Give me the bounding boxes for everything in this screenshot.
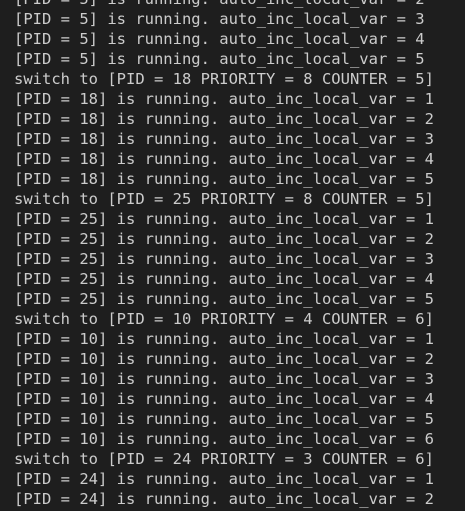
terminal-line: [PID = 10] is running. auto_inc_local_va… — [14, 370, 434, 388]
terminal-line: switch to [PID = 25 PRIORITY = 8 COUNTER… — [14, 190, 434, 208]
terminal-line: [PID = 25] is running. auto_inc_local_va… — [14, 290, 434, 308]
terminal-line: [PID = 5] is running. auto_inc_local_var… — [14, 0, 434, 9]
terminal-line: [PID = 10] is running. auto_inc_local_va… — [14, 390, 434, 408]
terminal-line: [PID = 18] is running. auto_inc_local_va… — [14, 110, 434, 128]
terminal-line: [PID = 10] is running. auto_inc_local_va… — [14, 330, 434, 348]
terminal-line: [PID = 24] is running. auto_inc_local_va… — [14, 470, 434, 488]
terminal-lines: [PID = 5] is running. auto_inc_local_var… — [14, 0, 434, 509]
terminal-line: switch to [PID = 24 PRIORITY = 3 COUNTER… — [14, 450, 434, 468]
terminal-line: [PID = 5] is running. auto_inc_local_var… — [14, 30, 425, 48]
terminal-line: [PID = 25] is running. auto_inc_local_va… — [14, 230, 434, 248]
terminal-line: [PID = 25] is running. auto_inc_local_va… — [14, 210, 434, 228]
terminal-line: [PID = 10] is running. auto_inc_local_va… — [14, 430, 434, 448]
terminal-line: [PID = 24] is running. auto_inc_local_va… — [14, 490, 434, 508]
terminal-line: [PID = 10] is running. auto_inc_local_va… — [14, 350, 434, 368]
terminal-line: [PID = 18] is running. auto_inc_local_va… — [14, 170, 434, 188]
terminal-line: [PID = 5] is running. auto_inc_local_var… — [14, 10, 425, 28]
terminal-output[interactable]: [PID = 5] is running. auto_inc_local_var… — [0, 0, 465, 511]
terminal-line: switch to [PID = 18 PRIORITY = 8 COUNTER… — [14, 70, 434, 88]
terminal-line: switch to [PID = 10 PRIORITY = 4 COUNTER… — [14, 310, 434, 328]
terminal-line: [PID = 18] is running. auto_inc_local_va… — [14, 130, 434, 148]
terminal-line: [PID = 25] is running. auto_inc_local_va… — [14, 250, 434, 268]
terminal-line: [PID = 18] is running. auto_inc_local_va… — [14, 150, 434, 168]
terminal-line: [PID = 10] is running. auto_inc_local_va… — [14, 410, 434, 428]
terminal-line: [PID = 5] is running. auto_inc_local_var… — [14, 50, 425, 68]
terminal-line: [PID = 18] is running. auto_inc_local_va… — [14, 90, 434, 108]
terminal-line: [PID = 25] is running. auto_inc_local_va… — [14, 270, 434, 288]
